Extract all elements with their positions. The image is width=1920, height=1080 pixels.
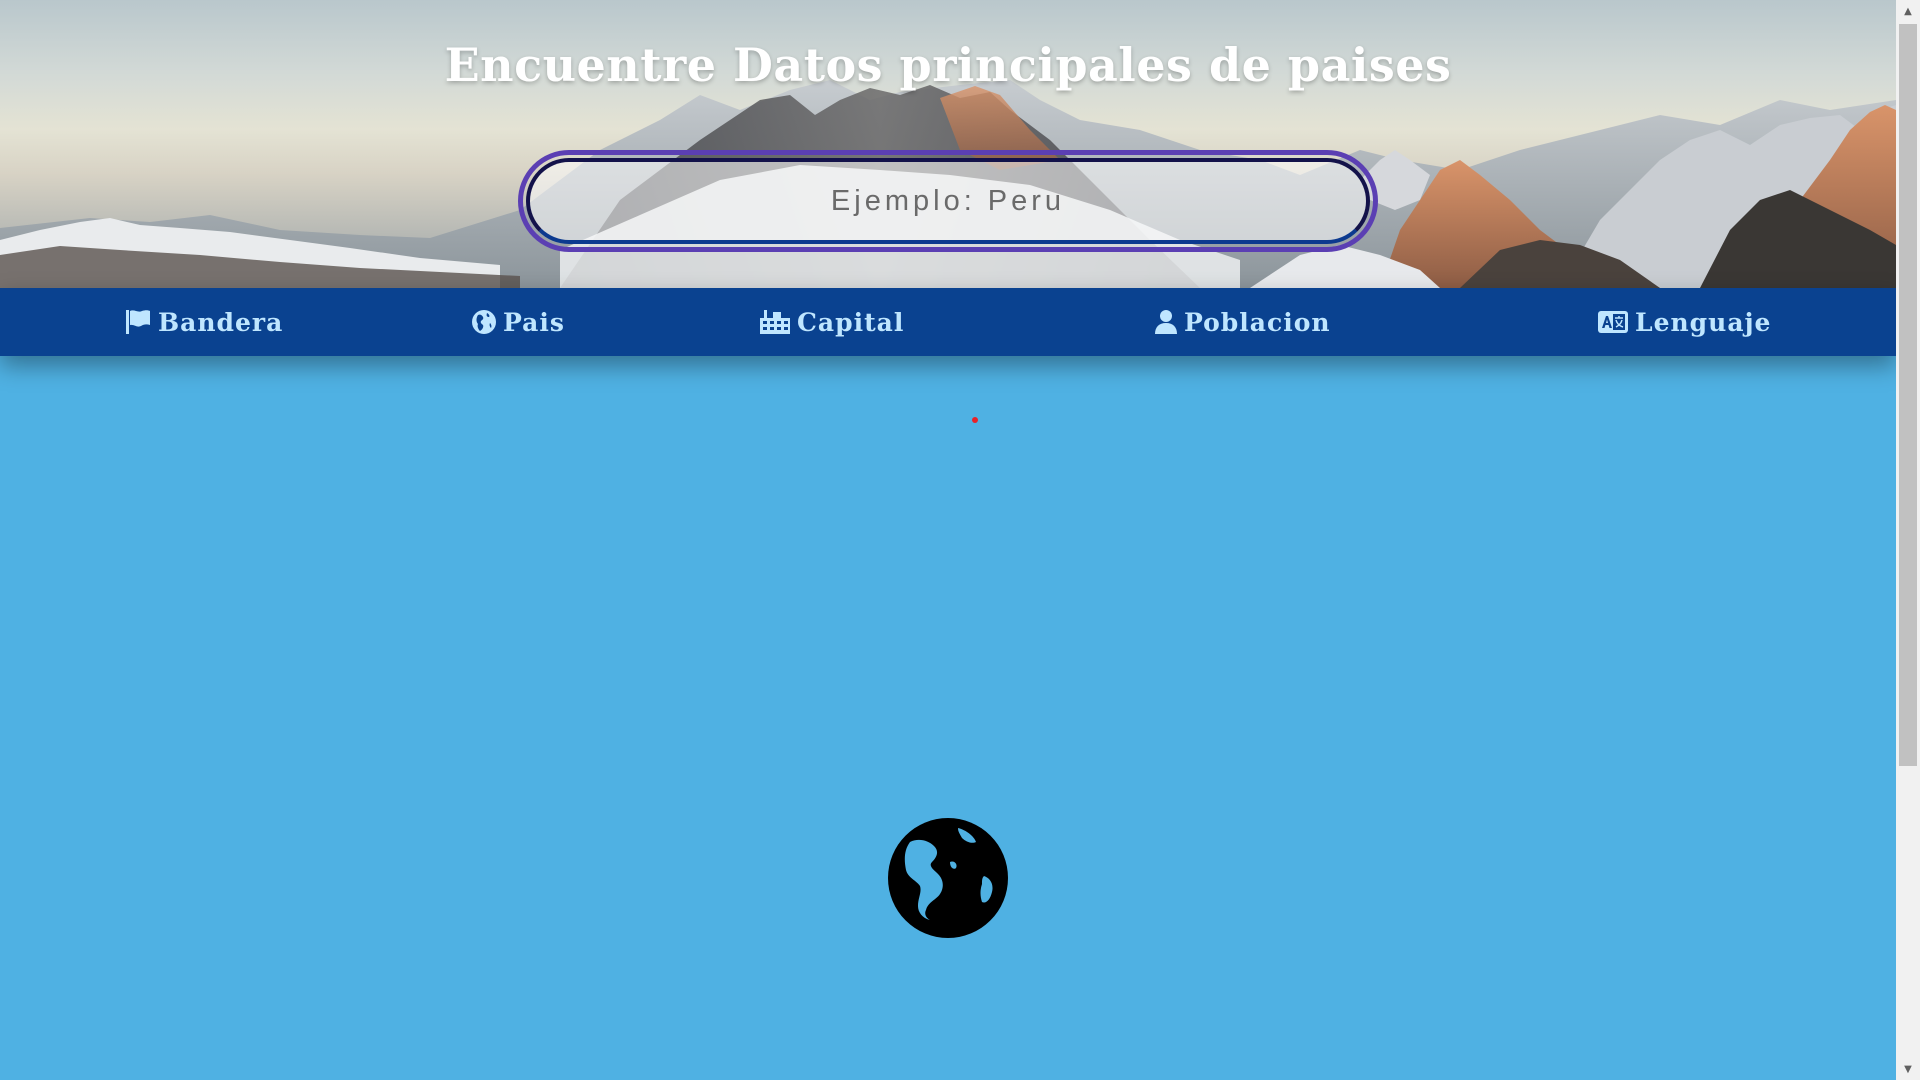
scroll-up-arrow-icon[interactable]: ▲ (1896, 0, 1920, 22)
nav-item-poblacion[interactable]: Poblacion (1155, 288, 1331, 356)
page-viewport: Encuentre Datos principales de paises Ba… (0, 0, 1896, 1080)
nav-item-label: Poblacion (1184, 307, 1331, 337)
page-title: Encuentre Datos principales de paises (444, 38, 1452, 92)
user-icon (1155, 310, 1177, 334)
search-field-wrapper (518, 150, 1378, 252)
globe-icon (888, 818, 1008, 938)
nav-item-bandera[interactable]: Bandera (125, 288, 283, 356)
nav-item-label: Pais (503, 307, 565, 337)
nav-item-capital[interactable]: Capital (760, 288, 904, 356)
nav-item-label: Capital (797, 307, 905, 337)
nav-item-lenguaje[interactable]: Lenguaje (1598, 288, 1771, 356)
scroll-down-arrow-icon[interactable]: ▼ (1896, 1058, 1920, 1080)
hero-header: Encuentre Datos principales de paises (0, 0, 1896, 288)
vertical-scrollbar[interactable]: ▲ ▼ (1896, 0, 1920, 1080)
status-dot (972, 417, 978, 423)
info-navbar: Bandera Pais Capital Poblacion Lenguaje (0, 288, 1896, 356)
city-icon (760, 310, 790, 334)
nav-item-pais[interactable]: Pais (472, 288, 565, 356)
nav-item-label: Lenguaje (1635, 307, 1772, 337)
language-icon (1598, 311, 1628, 333)
scrollbar-thumb[interactable] (1899, 24, 1917, 766)
nav-item-label: Bandera (158, 307, 284, 337)
globe-americas-icon (472, 310, 496, 334)
country-search-input[interactable] (526, 158, 1370, 244)
flag-icon (126, 310, 150, 334)
